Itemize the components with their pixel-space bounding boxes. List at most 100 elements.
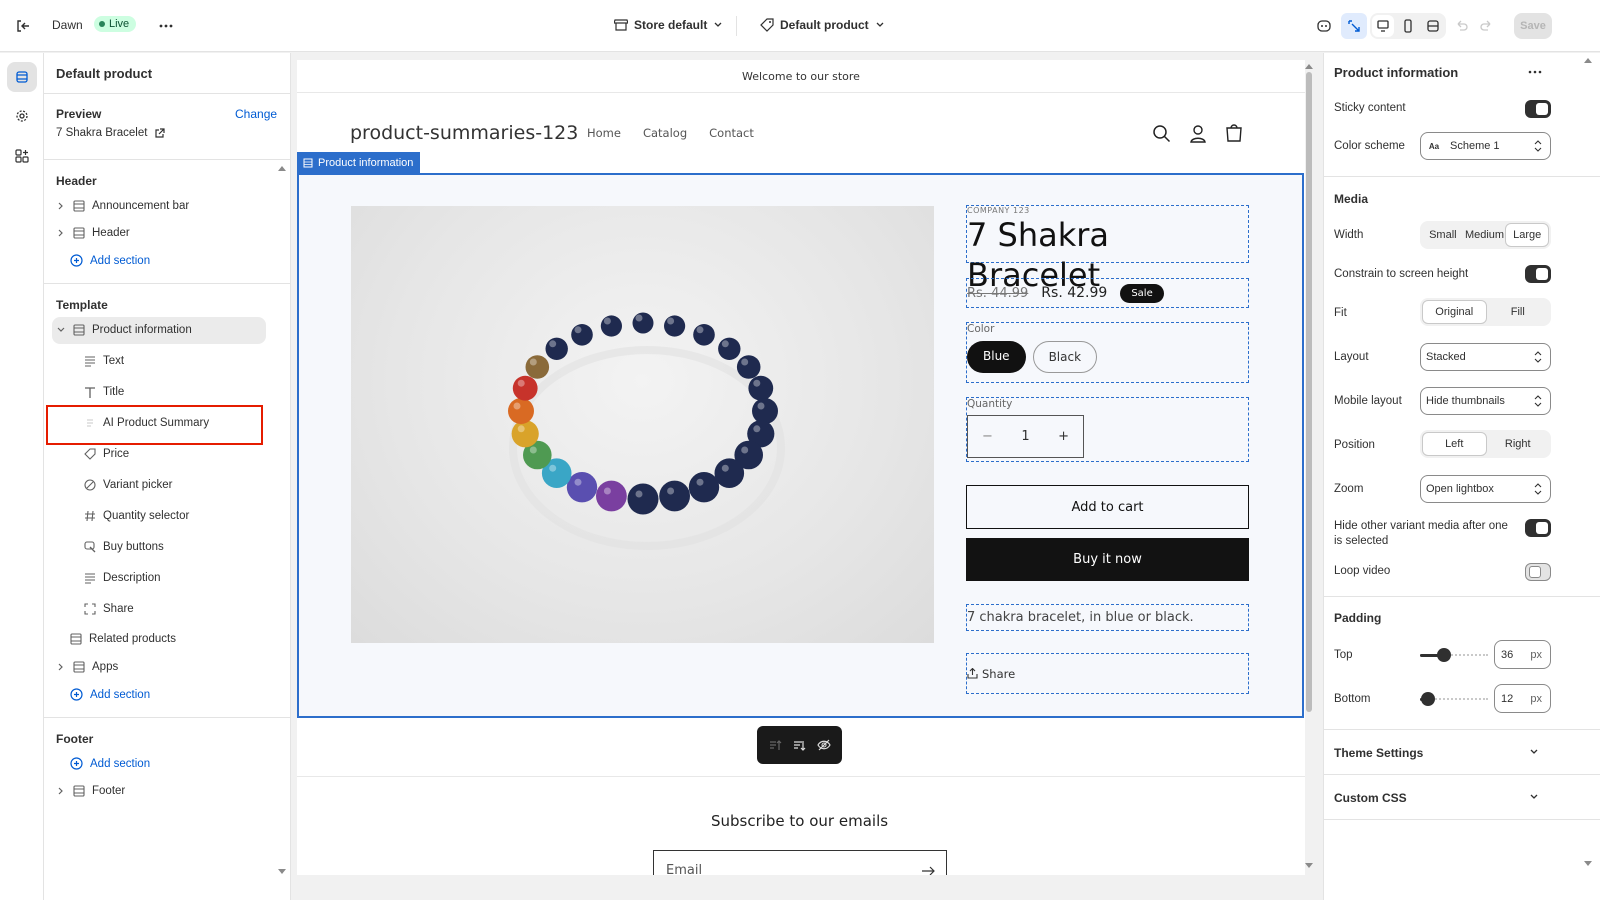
sidebar-item-footer[interactable]: Footer: [56, 785, 125, 797]
add-to-cart-button[interactable]: Add to cart: [966, 485, 1249, 529]
title-block[interactable]: COMPANY 123 7 Shakra Bracelet: [966, 205, 1249, 294]
chevron-down-icon[interactable]: [1529, 747, 1539, 757]
bottom-padding-input[interactable]: 12 px: [1494, 684, 1551, 713]
scroll-down-icon[interactable]: [1584, 861, 1592, 867]
quantity-plus-button[interactable]: +: [1058, 429, 1069, 444]
constrain-toggle[interactable]: [1525, 265, 1551, 283]
theme-settings-heading[interactable]: Theme Settings: [1334, 746, 1423, 760]
move-down-icon[interactable]: [792, 738, 806, 752]
position-left[interactable]: Left: [1422, 432, 1487, 456]
hide-eye-icon[interactable]: [817, 738, 831, 752]
add-section-header[interactable]: Add section: [70, 254, 150, 267]
add-section-template[interactable]: Add section: [70, 688, 150, 701]
exit-icon[interactable]: [10, 13, 36, 39]
inspector-icon[interactable]: [1341, 13, 1367, 39]
store-logo[interactable]: product-summaries-123: [350, 122, 578, 144]
account-icon[interactable]: [1188, 124, 1208, 144]
chevron-right-icon: [58, 663, 63, 671]
fullscreen-icon[interactable]: [1422, 15, 1444, 37]
quantity-stepper[interactable]: − 1 +: [967, 415, 1084, 458]
block-title[interactable]: Title: [84, 386, 124, 398]
sections-icon[interactable]: [7, 62, 37, 92]
fit-fill[interactable]: Fill: [1487, 300, 1550, 324]
preview-product[interactable]: 7 Shakra Bracelet: [56, 127, 166, 139]
block-text[interactable]: Text: [84, 355, 124, 367]
width-large[interactable]: Large: [1505, 223, 1550, 247]
block-variant-picker[interactable]: Variant picker: [84, 479, 172, 491]
bottom-padding-slider[interactable]: [1420, 685, 1488, 713]
save-button[interactable]: Save: [1514, 13, 1552, 39]
block-quantity-selector[interactable]: Quantity selector: [84, 510, 189, 522]
nav-contact[interactable]: Contact: [709, 126, 754, 140]
layout-select[interactable]: Stacked: [1420, 343, 1551, 371]
mobile-layout-select[interactable]: Hide thumbnails: [1420, 387, 1551, 415]
section-tag[interactable]: Product information: [297, 152, 421, 173]
block-buy-buttons[interactable]: Buy buttons: [84, 541, 164, 553]
width-small[interactable]: Small: [1422, 223, 1464, 247]
sidebar-item-apps[interactable]: Apps: [56, 661, 118, 673]
nav-home[interactable]: Home: [587, 126, 621, 140]
color-option-blue[interactable]: Blue: [967, 341, 1026, 373]
block-share[interactable]: Share: [84, 603, 134, 615]
block-price[interactable]: Price: [84, 448, 129, 460]
email-input[interactable]: Email: [653, 850, 947, 875]
scroll-up-icon[interactable]: [278, 165, 286, 171]
block-ai-product-summary[interactable]: AI Product Summary: [84, 417, 209, 429]
width-medium[interactable]: Medium: [1464, 223, 1506, 247]
block-description[interactable]: Description: [84, 572, 161, 584]
scroll-up-icon[interactable]: [1584, 57, 1592, 63]
undo-icon[interactable]: [1448, 13, 1474, 39]
more-options-icon[interactable]: [1527, 66, 1543, 78]
price-block[interactable]: Rs. 44.99 Rs. 42.99 Sale: [966, 278, 1249, 308]
settings-gear-icon[interactable]: [9, 103, 35, 129]
change-link[interactable]: Change: [235, 107, 277, 121]
quantity-minus-button[interactable]: −: [982, 429, 993, 444]
nav-catalog[interactable]: Catalog: [643, 126, 687, 140]
block-label: Buy buttons: [103, 541, 164, 553]
zoom-select[interactable]: Open lightbox: [1420, 475, 1551, 503]
template-selector[interactable]: Default product: [760, 18, 885, 32]
more-actions-icon[interactable]: [153, 13, 179, 39]
add-section-footer[interactable]: Add section: [70, 757, 150, 770]
slider-knob[interactable]: [1421, 692, 1436, 706]
mobile-layout-label: Mobile layout: [1334, 395, 1402, 407]
share-block[interactable]: Share: [966, 653, 1249, 694]
loop-video-toggle[interactable]: [1525, 563, 1551, 581]
preview-scrollbar[interactable]: [1305, 62, 1313, 874]
move-up-icon[interactable]: [768, 738, 782, 752]
color-option-black[interactable]: Black: [1032, 341, 1098, 373]
sidebar-item-related-products[interactable]: Related products: [70, 633, 176, 645]
quantity-block[interactable]: Quantity − 1 +: [966, 397, 1249, 462]
product-image[interactable]: [351, 206, 934, 643]
mobile-icon[interactable]: [1397, 15, 1419, 37]
quantity-value[interactable]: 1: [1021, 429, 1029, 444]
bead-highlight: [741, 358, 749, 366]
custom-css-heading[interactable]: Custom CSS: [1334, 791, 1407, 805]
arrow-right-icon[interactable]: [922, 866, 936, 875]
bead: [508, 398, 534, 424]
fit-original[interactable]: Original: [1422, 300, 1487, 324]
top-padding-input[interactable]: 36 px: [1494, 640, 1551, 669]
scroll-down-icon[interactable]: [278, 869, 286, 875]
description-block[interactable]: 7 chakra bracelet, in blue or black.: [966, 604, 1249, 631]
redo-icon[interactable]: [1474, 13, 1500, 39]
position-right[interactable]: Right: [1487, 432, 1550, 456]
sticky-content-toggle[interactable]: [1525, 100, 1551, 118]
apps-icon[interactable]: [9, 143, 35, 169]
hide-variant-toggle[interactable]: [1525, 519, 1551, 537]
sidebar-item-header[interactable]: Header: [56, 227, 130, 239]
desktop-icon[interactable]: [1371, 15, 1394, 37]
sidebar-item-product-information[interactable]: Product information: [56, 324, 192, 336]
buy-now-button[interactable]: Buy it now: [966, 538, 1249, 581]
color-scheme-select[interactable]: Aa Scheme 1: [1420, 132, 1551, 160]
slider-knob[interactable]: [1437, 648, 1452, 662]
scrollbar-thumb[interactable]: [1306, 72, 1312, 712]
sidebar-item-announcement-bar[interactable]: Announcement bar: [56, 200, 189, 212]
store-selector[interactable]: Store default: [614, 18, 723, 32]
chevron-down-icon[interactable]: [1529, 792, 1539, 802]
top-padding-slider[interactable]: [1420, 641, 1488, 669]
cart-icon[interactable]: [1224, 123, 1244, 143]
sidekick-icon[interactable]: [1311, 13, 1337, 39]
search-icon[interactable]: [1152, 124, 1172, 144]
variant-picker[interactable]: Color Blue Black: [966, 322, 1249, 383]
